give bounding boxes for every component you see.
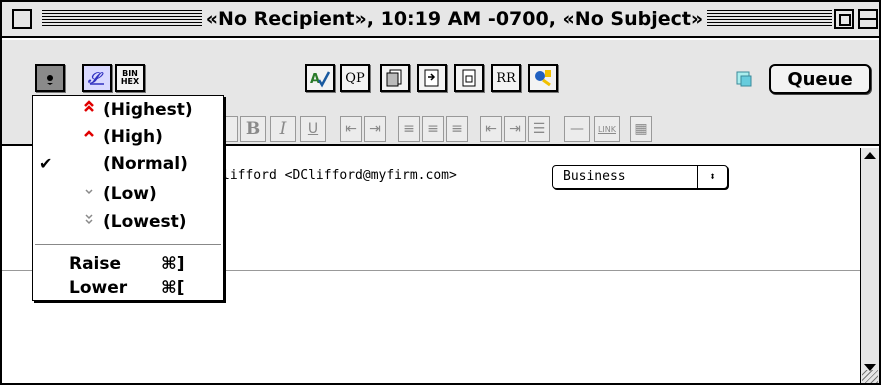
menu-item-label: Raise — [69, 254, 122, 274]
align-center-icon: ≡ — [427, 121, 439, 137]
double-caret-down-icon — [81, 210, 97, 234]
increase-margin-button[interactable]: ⇥ — [504, 116, 526, 142]
spell-check-icon: A — [310, 71, 331, 88]
indent-button[interactable]: ⇥ — [364, 116, 386, 142]
caret-down-icon — [81, 182, 97, 206]
attachment-icon-button[interactable] — [380, 64, 410, 92]
outdent-button[interactable]: ⇤ — [340, 116, 362, 142]
title-bar[interactable]: «No Recipient», 10:19 AM -0700, «No Subj… — [2, 2, 879, 38]
menu-item-high[interactable]: (High) — [33, 125, 223, 149]
decrease-margin-icon: ⇤ — [485, 121, 497, 137]
binhex-label-line2: HEX — [120, 77, 140, 86]
document-icon — [462, 69, 476, 87]
double-caret-up-icon — [81, 98, 97, 122]
menu-item-label: (High) — [103, 127, 163, 147]
scroll-up-arrow-icon[interactable] — [864, 152, 876, 159]
qp-button[interactable]: QP — [340, 64, 370, 92]
from-field[interactable]: lifford <DClifford@myfirm.com> — [222, 168, 457, 183]
menu-item-label: (Lowest) — [103, 212, 187, 232]
resize-grip-icon[interactable] — [862, 370, 878, 383]
horizontal-rule-button[interactable]: — — [564, 116, 590, 142]
attach-document-button[interactable] — [417, 64, 447, 92]
menu-item-shortcut: ⌘[ — [161, 278, 185, 298]
align-right-icon: ≡ — [451, 121, 463, 137]
align-center-button[interactable]: ≡ — [422, 116, 444, 142]
italic-button[interactable]: I — [270, 116, 296, 142]
popup-arrows-icon: ⬍ — [697, 166, 727, 188]
underline-button[interactable]: U — [300, 116, 326, 142]
menu-item-lowest[interactable]: (Lowest) — [33, 210, 223, 234]
menu-item-label: (Highest) — [103, 100, 193, 120]
checkmark-icon: ✔ — [39, 154, 53, 173]
clear-format-icon: ▦ — [634, 121, 648, 137]
zoom-box[interactable] — [834, 9, 854, 29]
signature-icon: 𝒮 — [87, 69, 104, 87]
binhex-button[interactable]: BIN HEX — [115, 64, 145, 92]
align-left-icon: ≡ — [403, 121, 415, 137]
return-receipt-button[interactable]: RR — [491, 64, 521, 92]
menu-item-raise[interactable]: Raise ⌘] — [33, 252, 223, 276]
decrease-margin-button[interactable]: ⇤ — [480, 116, 502, 142]
menu-item-label: (Low) — [103, 184, 157, 204]
bullet-list-button[interactable]: ☰ — [528, 116, 550, 142]
persona-popup[interactable]: Business ⬍ — [552, 165, 728, 189]
document-button[interactable] — [454, 64, 484, 92]
outdent-icon: ⇤ — [345, 121, 357, 137]
caret-up-icon — [81, 125, 97, 149]
vertical-scrollbar[interactable] — [860, 148, 879, 383]
horizontal-rule-icon: — — [570, 121, 584, 137]
increase-margin-icon: ⇥ — [509, 121, 521, 137]
menu-item-label: (Normal) — [103, 154, 188, 174]
close-box[interactable] — [12, 9, 32, 29]
keep-copy-icon — [535, 70, 551, 87]
format-button-hidden[interactable] — [224, 116, 238, 142]
priority-menu: (Highest) (High) ✔ (Normal) (Low) (Lowes… — [32, 95, 224, 301]
link-button[interactable]: LINK — [594, 116, 620, 142]
menu-item-label: Lower — [69, 278, 128, 298]
align-right-button[interactable]: ≡ — [446, 116, 468, 142]
menu-item-low[interactable]: (Low) — [33, 182, 223, 206]
menu-item-highest[interactable]: (Highest) — [33, 98, 223, 122]
signature-button[interactable]: 𝒮 — [82, 64, 112, 92]
persona-value: Business — [563, 169, 626, 184]
menu-separator — [35, 244, 221, 245]
svg-text:A: A — [310, 72, 320, 87]
priority-button[interactable] — [35, 64, 65, 92]
title-bar-stripes — [42, 10, 202, 28]
queue-status-icon — [736, 71, 752, 87]
title-bar-stripes — [707, 10, 832, 28]
attach-document-icon — [424, 69, 439, 87]
menu-item-lower[interactable]: Lower ⌘[ — [33, 276, 223, 300]
menu-item-shortcut: ⌘] — [161, 254, 185, 274]
window-title: «No Recipient», 10:19 AM -0700, «No Subj… — [202, 8, 707, 30]
bold-button[interactable]: B — [240, 116, 266, 142]
keep-copy-button[interactable] — [528, 64, 558, 92]
compose-window: «No Recipient», 10:19 AM -0700, «No Subj… — [0, 0, 881, 385]
menu-item-normal[interactable]: ✔ (Normal) — [33, 152, 223, 176]
bullet-list-icon: ☰ — [532, 121, 546, 137]
copy-document-icon — [386, 69, 402, 87]
spell-check-button[interactable]: A — [305, 64, 335, 92]
priority-dot-icon — [47, 75, 53, 85]
indent-icon: ⇥ — [369, 121, 381, 137]
align-left-button[interactable]: ≡ — [398, 116, 420, 142]
clear-format-button[interactable]: ▦ — [630, 116, 652, 142]
queue-button[interactable]: Queue — [769, 64, 871, 94]
collapse-box[interactable] — [858, 9, 878, 29]
